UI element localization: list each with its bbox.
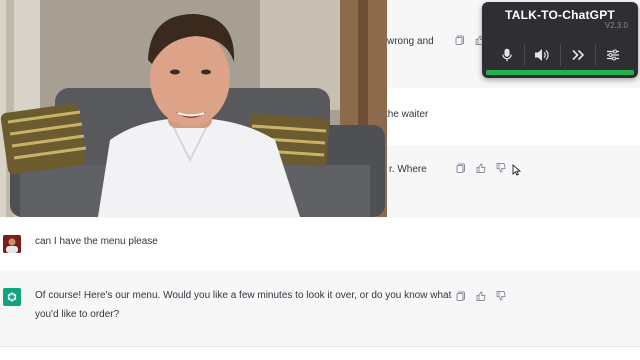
voice-level-fill	[486, 70, 634, 75]
speaker-button[interactable]	[524, 44, 559, 66]
thumbs-up-icon[interactable]	[476, 163, 486, 173]
widget-controls	[490, 44, 630, 66]
message-row-assistant: Of course! Here's our menu. Would you li…	[0, 271, 640, 347]
message-text: r. Where	[389, 164, 427, 175]
widget-version: V2.3.0	[604, 21, 628, 30]
copy-icon[interactable]	[455, 35, 465, 45]
microphone-button[interactable]	[490, 44, 524, 66]
message-text: wrong and	[387, 36, 434, 47]
widget-title: TALK-TO-ChatGPT	[505, 8, 615, 22]
message-text-line: you'd like to order?	[35, 309, 120, 320]
speaker-icon	[535, 49, 549, 61]
message-text: can I have the menu please	[35, 236, 158, 247]
settings-button[interactable]	[594, 44, 630, 66]
talk-to-chatgpt-widget[interactable]: TALK-TO-ChatGPT V2.3.0	[482, 2, 638, 78]
thumbs-up-icon[interactable]	[476, 291, 486, 301]
microphone-icon	[502, 48, 512, 62]
skip-icon	[572, 49, 584, 61]
user-avatar	[3, 235, 21, 253]
webcam-frame	[0, 0, 387, 217]
chatgpt-avatar	[3, 288, 21, 306]
openai-logo-icon	[7, 292, 17, 302]
message-actions	[455, 35, 485, 45]
mouse-cursor-icon	[512, 164, 521, 176]
copy-icon[interactable]	[456, 163, 466, 173]
message-actions	[456, 291, 506, 301]
settings-icon	[606, 49, 619, 61]
thumbs-down-icon[interactable]	[496, 291, 506, 301]
webcam-video-overlay	[0, 0, 387, 217]
copy-icon[interactable]	[456, 291, 466, 301]
message-actions	[456, 163, 506, 173]
message-row-user: can I have the menu please	[0, 218, 640, 272]
voice-level-bar	[486, 70, 634, 75]
skip-button[interactable]	[559, 44, 595, 66]
message-text: the waiter	[385, 109, 429, 120]
thumbs-down-icon[interactable]	[496, 163, 506, 173]
